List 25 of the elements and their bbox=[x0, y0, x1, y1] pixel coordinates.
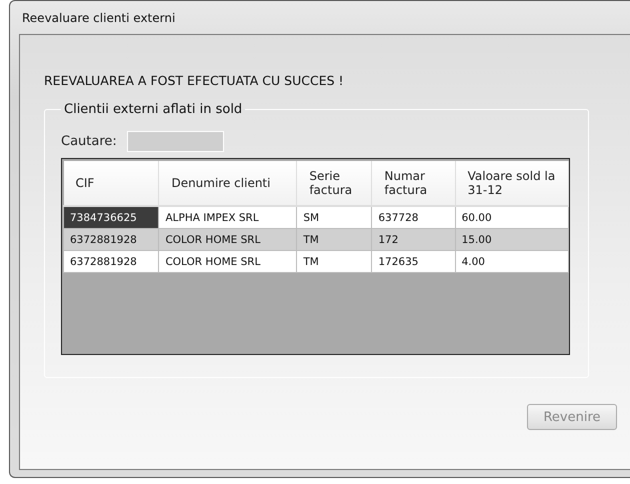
table-cell: ALPHA IMPEX SRL bbox=[158, 206, 297, 228]
table-cell: 172635 bbox=[372, 250, 456, 272]
table-cell: 7384736625 bbox=[64, 206, 159, 228]
table-cell: COLOR HOME SRL bbox=[158, 228, 297, 250]
column-header[interactable]: CIF bbox=[64, 161, 159, 206]
group-title: Clientii externi aflati in sold bbox=[63, 102, 244, 117]
table-cell: 6372881928 bbox=[64, 228, 159, 250]
table-cell: 6372881928 bbox=[64, 250, 159, 272]
column-header[interactable]: Denumire clienti bbox=[158, 161, 297, 206]
table-cell: 4.00 bbox=[455, 250, 568, 272]
table-cell: 172 bbox=[372, 228, 456, 250]
table-cell: SM bbox=[296, 206, 372, 228]
search-label: Cautare: bbox=[61, 134, 117, 149]
table-cell: TM bbox=[296, 228, 372, 250]
table-cell: COLOR HOME SRL bbox=[158, 250, 297, 272]
table-cell: TM bbox=[296, 250, 372, 272]
search-field[interactable] bbox=[126, 131, 224, 152]
table-cell: 15.00 bbox=[455, 228, 568, 250]
status-message: REEVALUAREA A FOST EFECTUATA CU SUCCES ! bbox=[44, 73, 345, 88]
window-title: Reevaluare clienti externi bbox=[22, 10, 176, 24]
table-cell: 60.00 bbox=[455, 206, 568, 228]
column-header[interactable]: Numar factura bbox=[372, 161, 456, 206]
column-header[interactable]: Valoare sold la 31-12 bbox=[455, 161, 568, 206]
column-header[interactable]: Serie factura bbox=[296, 161, 372, 206]
table-cell: 637728 bbox=[372, 206, 456, 228]
